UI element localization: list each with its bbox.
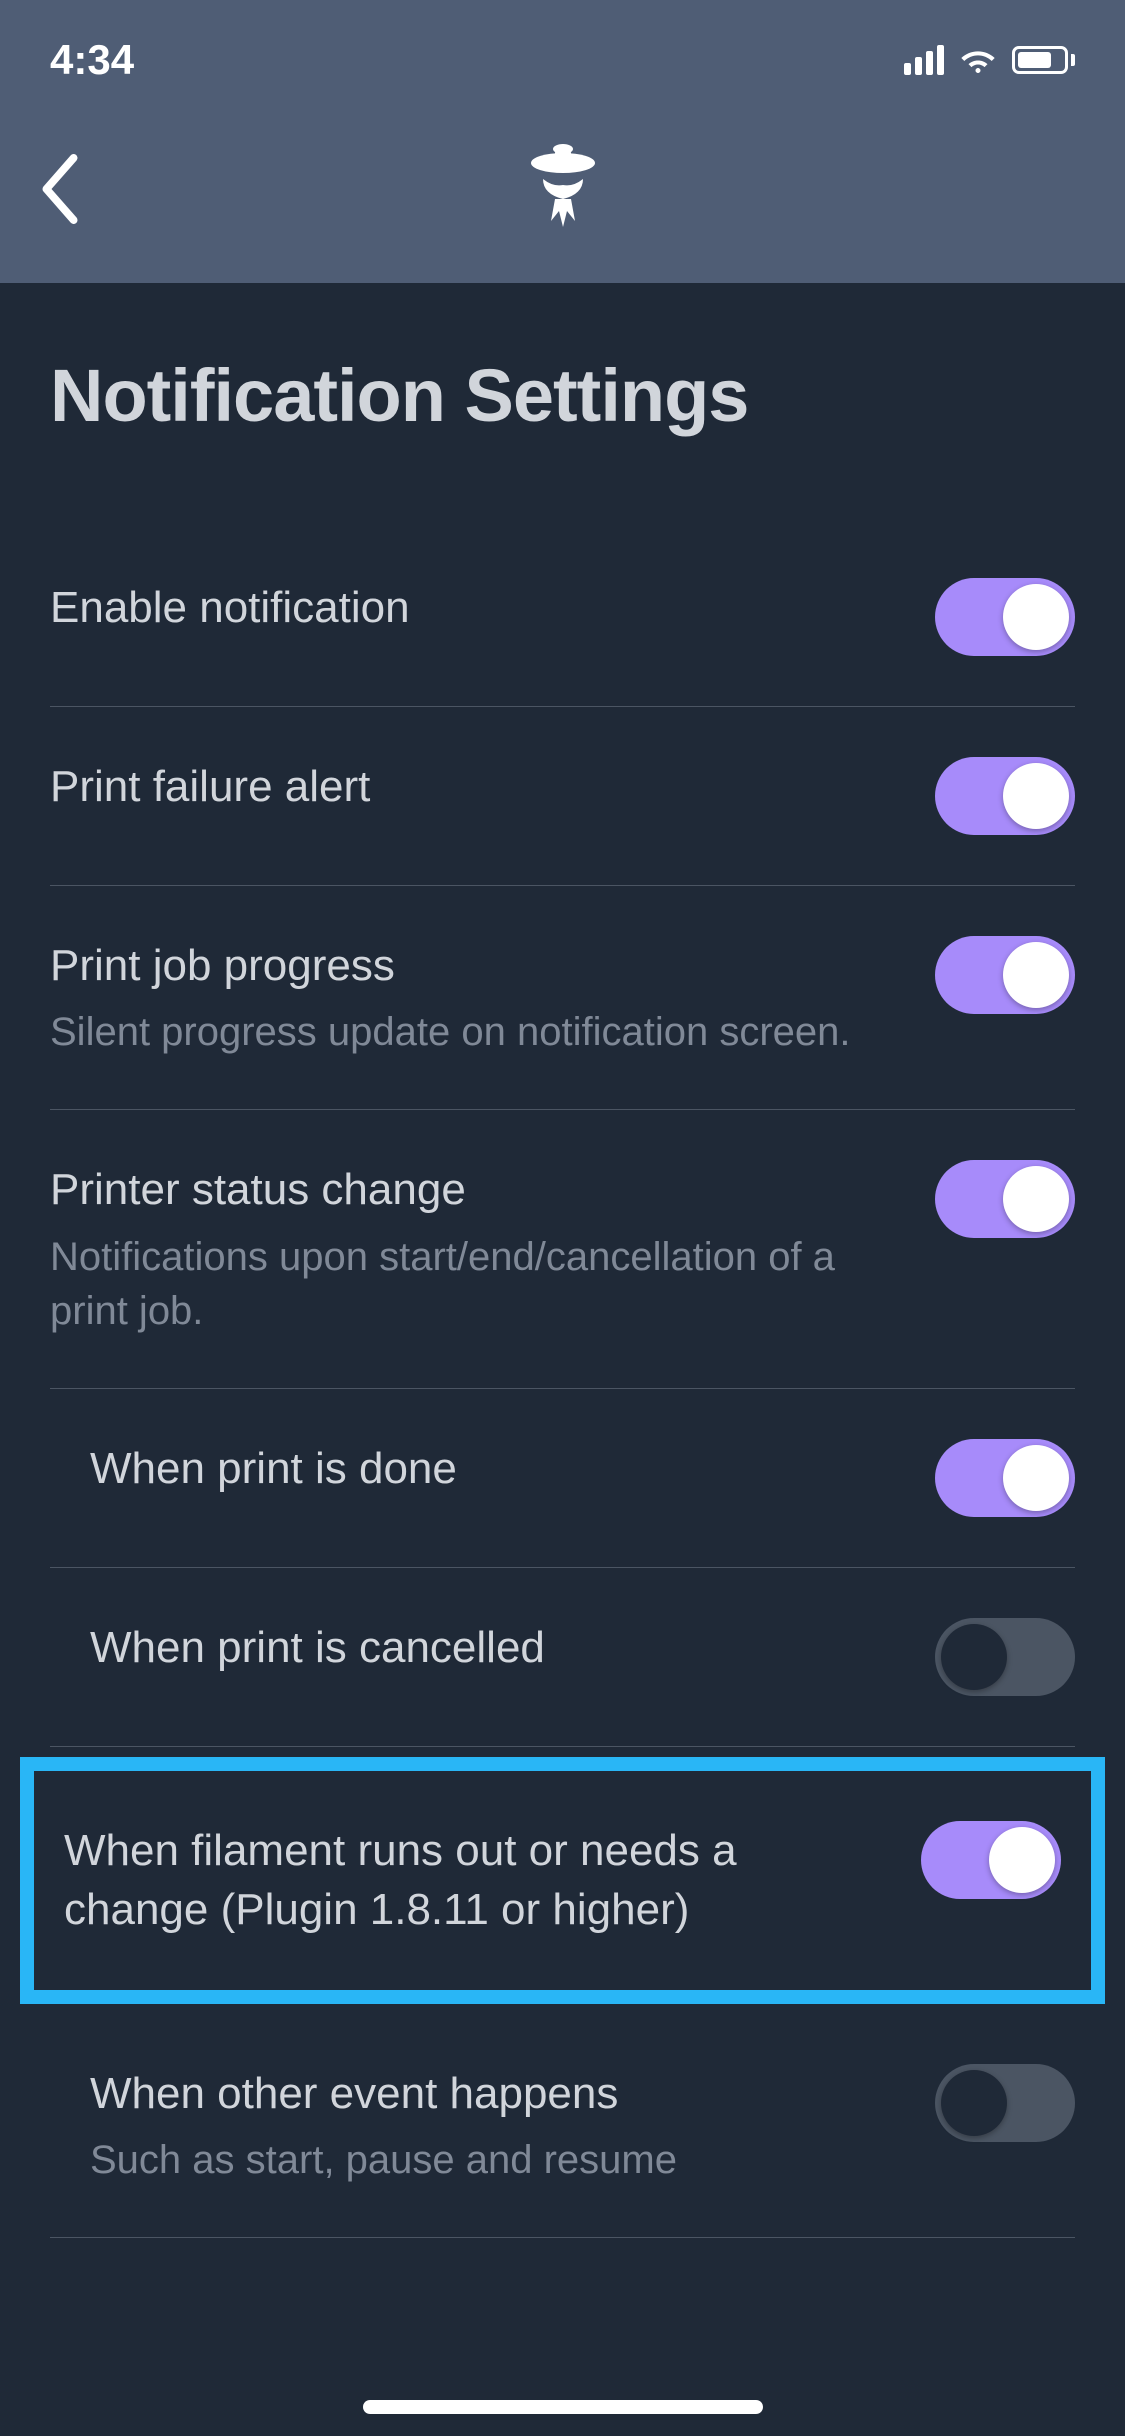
setting-label: Printer status change (50, 1160, 895, 1219)
battery-icon (1012, 46, 1075, 74)
setting-text: Enable notification (50, 578, 935, 637)
toggle-knob (1003, 1166, 1069, 1232)
setting-description: Silent progress update on notification s… (50, 1005, 895, 1059)
setting-label: When filament runs out or needs a change… (64, 1821, 881, 1940)
toggle-switch[interactable] (921, 1821, 1061, 1899)
back-button[interactable] (40, 154, 80, 229)
toggle-switch[interactable] (935, 1439, 1075, 1517)
page-title: Notification Settings (50, 353, 1075, 438)
setting-row: Print job progress Silent progress update… (50, 886, 1075, 1110)
wifi-icon (958, 43, 998, 78)
status-icons (904, 43, 1075, 78)
setting-text: Printer status change Notifications upon … (50, 1160, 935, 1337)
setting-label: When other event happens (90, 2064, 895, 2123)
setting-label: Print job progress (50, 936, 895, 995)
app-logo-icon (513, 139, 613, 244)
settings-list: Enable notification Print failure alert Pr… (50, 528, 1075, 2238)
setting-row: Enable notification (50, 528, 1075, 707)
toggle-knob (1003, 1445, 1069, 1511)
toggle-switch[interactable] (935, 936, 1075, 1014)
toggle-switch[interactable] (935, 1160, 1075, 1238)
toggle-switch[interactable] (935, 578, 1075, 656)
setting-text: When filament runs out or needs a change… (64, 1821, 921, 1940)
setting-row: Print failure alert (50, 707, 1075, 886)
toggle-knob (1003, 942, 1069, 1008)
setting-text: When other event happens Such as start, p… (90, 2064, 935, 2187)
toggle-knob (1003, 584, 1069, 650)
setting-text: Print job progress Silent progress update… (50, 936, 935, 1059)
toggle-knob (1003, 763, 1069, 829)
toggle-knob (941, 1624, 1007, 1690)
setting-label: Enable notification (50, 578, 895, 637)
toggle-switch[interactable] (935, 757, 1075, 835)
setting-text: When print is done (90, 1439, 935, 1498)
setting-row: When other event happens Such as start, p… (50, 2014, 1075, 2238)
setting-row: When filament runs out or needs a change… (20, 1757, 1105, 2004)
status-time: 4:34 (50, 36, 134, 84)
nav-bar (0, 100, 1125, 283)
setting-label: Print failure alert (50, 757, 895, 816)
setting-text: When print is cancelled (90, 1618, 935, 1677)
toggle-switch[interactable] (935, 1618, 1075, 1696)
setting-row: When print is cancelled (50, 1568, 1075, 1747)
toggle-switch[interactable] (935, 2064, 1075, 2142)
setting-description: Notifications upon start/end/cancellatio… (50, 1230, 895, 1338)
cellular-signal-icon (904, 45, 944, 75)
home-indicator[interactable] (363, 2400, 763, 2414)
setting-row: Printer status change Notifications upon … (50, 1110, 1075, 1388)
status-bar: 4:34 (0, 0, 1125, 100)
setting-text: Print failure alert (50, 757, 935, 816)
setting-row: When print is done (50, 1389, 1075, 1568)
setting-description: Such as start, pause and resume (90, 2133, 895, 2187)
settings-content: Notification Settings Enable notificatio… (0, 283, 1125, 2238)
setting-label: When print is cancelled (90, 1618, 895, 1677)
setting-label: When print is done (90, 1439, 895, 1498)
toggle-knob (989, 1827, 1055, 1893)
toggle-knob (941, 2070, 1007, 2136)
